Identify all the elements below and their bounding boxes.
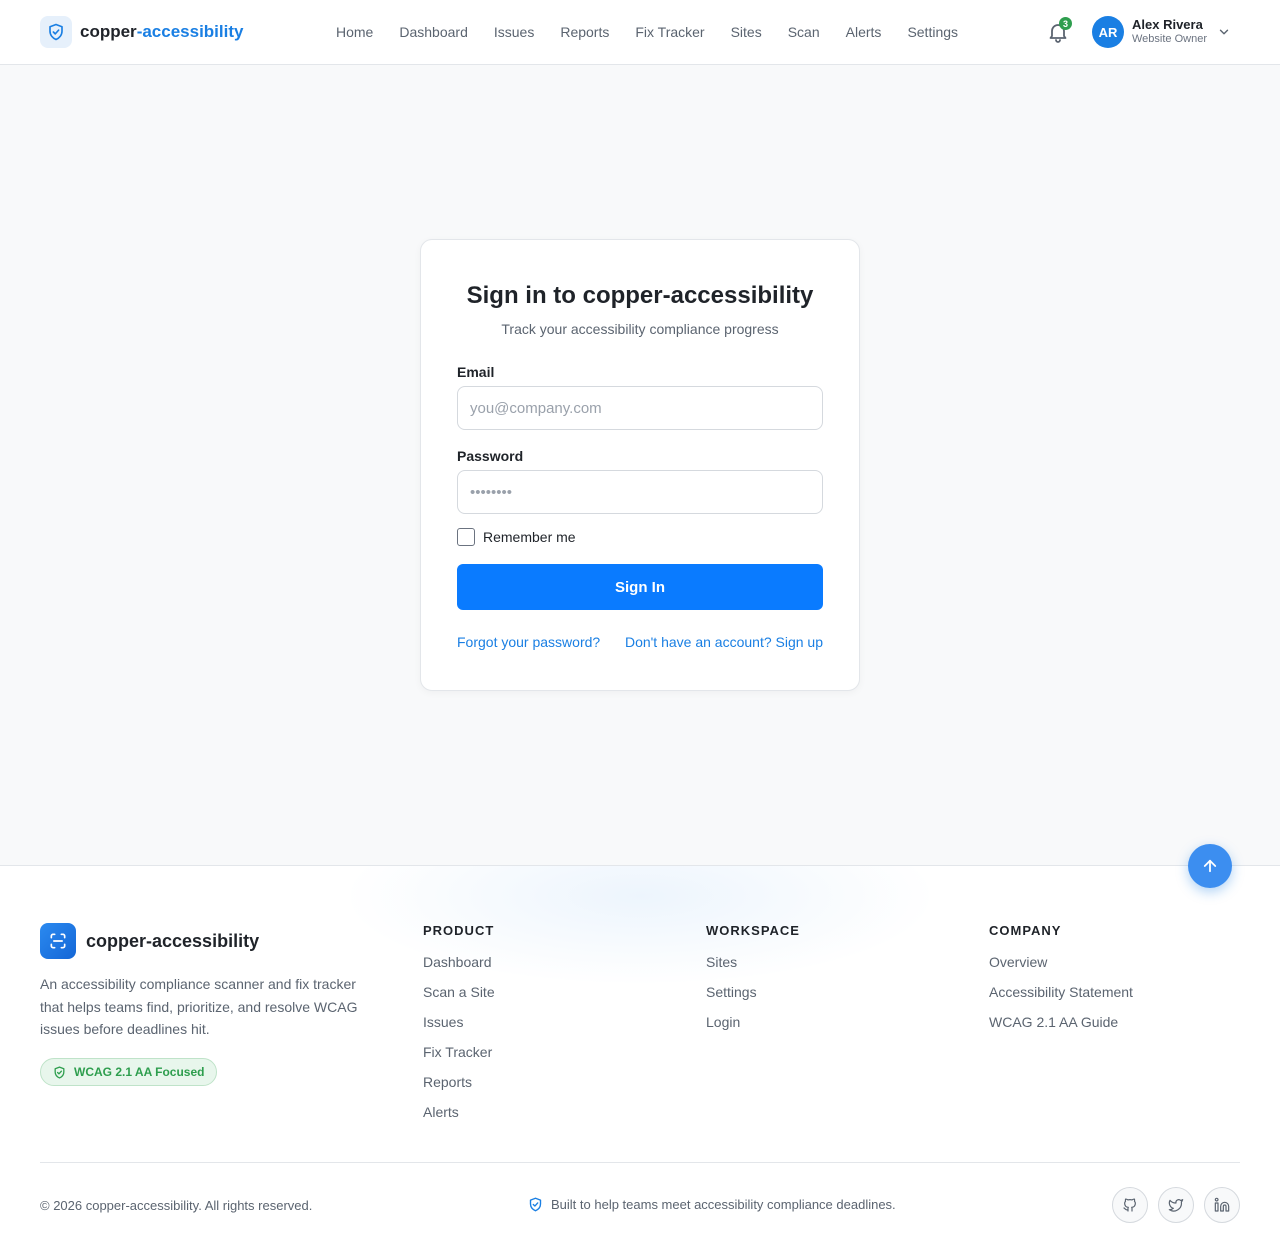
footer-column-product: PRODUCT Dashboard Scan a Site Issues Fix… xyxy=(423,923,495,1134)
nav-reports[interactable]: Reports xyxy=(547,21,622,43)
sign-in-button[interactable]: Sign In xyxy=(457,564,823,610)
footer-brand[interactable]: copper-accessibility xyxy=(40,923,259,959)
footer-link-dashboard[interactable]: Dashboard xyxy=(423,954,495,984)
twitter-icon xyxy=(1168,1199,1184,1212)
footer-link-sites[interactable]: Sites xyxy=(706,954,800,984)
scroll-to-top-button[interactable] xyxy=(1188,844,1232,888)
avatar: AR xyxy=(1092,16,1124,48)
shield-check-icon xyxy=(54,1065,65,1079)
wcag-badge: WCAG 2.1 AA Focused xyxy=(40,1058,218,1086)
shield-check-icon xyxy=(529,1197,542,1212)
email-label: Email xyxy=(457,364,495,380)
chevron-down-icon xyxy=(1219,29,1229,35)
notifications-button[interactable]: 3 xyxy=(1046,17,1072,44)
site-footer: copper-accessibility An accessibility co… xyxy=(0,865,1280,1246)
shield-check-icon xyxy=(40,16,72,48)
notification-count-badge: 3 xyxy=(1059,17,1072,30)
forgot-password-link[interactable]: Forgot your password? xyxy=(457,634,600,650)
user-meta: Alex Rivera Website Owner xyxy=(1132,17,1207,46)
nav-home[interactable]: Home xyxy=(323,21,386,43)
nav-alerts[interactable]: Alerts xyxy=(833,21,895,43)
email-field[interactable] xyxy=(457,386,823,430)
remember-me-checkbox[interactable] xyxy=(457,528,475,546)
built-statement-text: Built to help teams meet accessibility c… xyxy=(551,1197,896,1212)
footer-link-reports[interactable]: Reports xyxy=(423,1074,495,1104)
user-role: Website Owner xyxy=(1132,33,1207,46)
footer-column-title: WORKSPACE xyxy=(706,923,800,938)
footer-link-wcag-guide[interactable]: WCAG 2.1 AA Guide xyxy=(989,1014,1133,1044)
footer-link-overview[interactable]: Overview xyxy=(989,954,1133,984)
footer-brand-name: copper-accessibility xyxy=(86,930,260,951)
brand-name-accent: -accessibility xyxy=(136,22,244,41)
twitter-link[interactable] xyxy=(1158,1187,1194,1223)
footer-column-title: COMPANY xyxy=(989,923,1062,938)
nav-dashboard[interactable]: Dashboard xyxy=(386,21,481,43)
nav-sites[interactable]: Sites xyxy=(718,21,775,43)
linkedin-link[interactable] xyxy=(1204,1187,1240,1223)
footer-link-login[interactable]: Login xyxy=(706,1014,800,1044)
footer-link-accessibility-statement[interactable]: Accessibility Statement xyxy=(989,984,1133,1014)
github-icon xyxy=(1123,1198,1136,1212)
user-menu[interactable]: AR Alex Rivera Website Owner xyxy=(1092,16,1231,48)
login-card: Sign in to copper-accessibility Track yo… xyxy=(420,239,860,691)
footer-column-workspace: WORKSPACE Sites Settings Login xyxy=(706,923,800,1044)
arrow-up-icon xyxy=(1203,859,1217,873)
sign-up-link[interactable]: Don't have an account? Sign up xyxy=(625,634,823,650)
nav-scan[interactable]: Scan xyxy=(775,21,833,43)
footer-divider xyxy=(40,1162,1240,1163)
remember-me: Remember me xyxy=(457,528,576,546)
nav-settings[interactable]: Settings xyxy=(894,21,971,43)
brand-logo[interactable]: copper-accessibility xyxy=(40,16,243,48)
password-label: Password xyxy=(457,448,524,464)
password-field[interactable] xyxy=(457,470,823,514)
top-header: copper-accessibility Home Dashboard Issu… xyxy=(0,0,1280,65)
copyright-text: © 2026 copper-accessibility. All rights … xyxy=(40,1198,313,1213)
footer-link-settings[interactable]: Settings xyxy=(706,984,800,1014)
login-subtitle: Track your accessibility compliance prog… xyxy=(501,321,779,337)
footer-link-scan-a-site[interactable]: Scan a Site xyxy=(423,984,495,1014)
footer-description: An accessibility compliance scanner and … xyxy=(40,976,358,1037)
wcag-badge-label: WCAG 2.1 AA Focused xyxy=(74,1065,205,1079)
linkedin-icon xyxy=(1214,1197,1230,1212)
footer-link-issues[interactable]: Issues xyxy=(423,1014,495,1044)
nav-issues[interactable]: Issues xyxy=(481,21,547,43)
footer-link-alerts[interactable]: Alerts xyxy=(423,1104,495,1134)
nav-fix-tracker[interactable]: Fix Tracker xyxy=(622,21,717,43)
login-title: Sign in to copper-accessibility xyxy=(466,282,814,309)
main-nav: Home Dashboard Issues Reports Fix Tracke… xyxy=(323,21,971,43)
brand-name-main: copper xyxy=(80,22,137,41)
user-name: Alex Rivera xyxy=(1132,17,1203,33)
github-link[interactable] xyxy=(1112,1187,1148,1223)
built-statement: Built to help teams meet accessibility c… xyxy=(528,1197,896,1212)
remember-me-label[interactable]: Remember me xyxy=(483,529,576,545)
brand-name: copper-accessibility xyxy=(80,22,243,42)
footer-column-title: PRODUCT xyxy=(423,923,495,938)
footer-column-company: COMPANY Overview Accessibility Statement… xyxy=(989,923,1133,1044)
scan-icon xyxy=(40,923,76,959)
footer-link-fix-tracker[interactable]: Fix Tracker xyxy=(423,1044,495,1074)
